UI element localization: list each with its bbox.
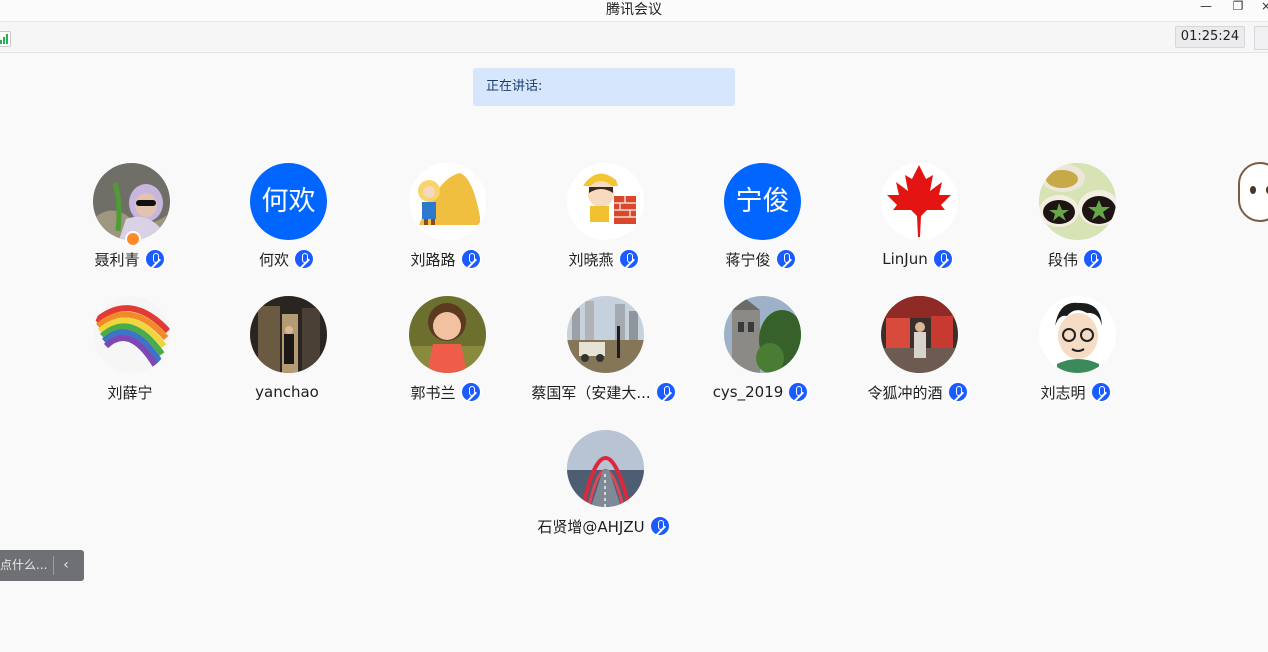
participant-tile[interactable]: 蔡国军（安建大... [529, 296, 679, 416]
participant-tile[interactable]: 郭书兰 [371, 296, 521, 416]
cat-sticker-icon [1238, 162, 1268, 222]
microphone-icon [1082, 248, 1104, 270]
participant-tile[interactable]: 聂利青 [55, 163, 205, 283]
microphone-icon [1089, 381, 1112, 403]
avatar [567, 296, 644, 373]
participant-tile[interactable]: 刘薛宁 [55, 296, 205, 416]
avatar [881, 163, 958, 240]
avatar [724, 296, 801, 373]
participant-name: 刘薛宁 [107, 383, 153, 402]
meeting-timer: 01:25:24 [1175, 26, 1245, 48]
avatar [409, 296, 486, 373]
avatar [567, 163, 644, 240]
participant-name: 刘晓燕 [568, 250, 614, 269]
participant-tile[interactable]: cys_2019 [686, 296, 836, 416]
avatar [881, 296, 958, 373]
participant-tile[interactable]: 石贤增@AHJZU [529, 430, 679, 550]
avatar [409, 163, 486, 240]
meeting-toolbar: 01:25:24 [0, 22, 1268, 53]
avatar: 何欢 [250, 163, 327, 240]
speaking-indicator: 正在讲话: [473, 68, 735, 106]
avatar [567, 430, 644, 507]
participant-name: 蔡国军（安建大... [531, 383, 651, 402]
microphone-icon [946, 381, 969, 403]
participant-tile[interactable]: 刘晓燕 [529, 163, 679, 283]
participant-tile[interactable]: 刘志明 [1001, 296, 1151, 416]
microphone-icon [648, 515, 671, 537]
microphone-icon [617, 248, 640, 270]
collapse-icon[interactable]: ‹ [59, 550, 73, 581]
participant-name: 聂利青 [94, 250, 140, 269]
participant-name: 石贤增@AHJZU [537, 517, 645, 536]
microphone-icon [654, 381, 677, 403]
signal-icon[interactable] [0, 31, 11, 47]
microphone-icon [787, 381, 810, 403]
participant-tile[interactable]: 宁俊 蒋宁俊 [686, 163, 836, 283]
avatar: 宁俊 [724, 163, 801, 240]
close-icon[interactable]: × [1258, 0, 1268, 14]
avatar [1039, 296, 1116, 373]
participant-tile[interactable]: 刘路路 [371, 163, 521, 283]
participant-name: 蒋宁俊 [725, 250, 771, 269]
restore-icon[interactable]: ❐ [1230, 0, 1246, 14]
participant-tile[interactable]: 何欢 何欢 [212, 163, 362, 283]
participant-name: 令狐冲的酒 [867, 383, 943, 402]
participant-name: 何欢 [258, 250, 289, 269]
microphone-icon [459, 248, 482, 270]
title-bar: 腾讯会议 — ❐ × [0, 0, 1268, 22]
avatar [93, 163, 170, 240]
participant-tile[interactable]: yanchao [212, 296, 362, 416]
avatar [93, 296, 170, 373]
microphone-icon [293, 248, 315, 270]
chat-input-bar[interactable]: 点什么... ‹ [0, 550, 84, 581]
participant-tile[interactable]: 令狐冲的酒 [843, 296, 993, 416]
avatar [1039, 163, 1116, 240]
participant-name: 郭书兰 [410, 383, 456, 402]
host-icon [125, 231, 141, 247]
participant-tile[interactable]: LinJun [843, 163, 993, 283]
microphone-icon [931, 248, 954, 270]
participant-name: 刘路路 [410, 250, 456, 269]
participant-name: yanchao [255, 383, 319, 401]
chat-placeholder[interactable]: 点什么... [0, 550, 47, 581]
fullscreen-icon[interactable] [1254, 26, 1268, 50]
participant-name: 刘志明 [1040, 383, 1086, 402]
participant-name: LinJun [882, 250, 928, 268]
minimize-icon[interactable]: — [1198, 0, 1214, 14]
microphone-icon [774, 248, 797, 270]
microphone-icon [143, 248, 166, 270]
divider [53, 556, 54, 575]
participant-name: 段伟 [1047, 250, 1078, 269]
avatar [250, 296, 327, 373]
microphone-icon [459, 381, 482, 403]
window-title: 腾讯会议 [606, 2, 662, 18]
participant-name: cys_2019 [712, 383, 784, 401]
participant-tile[interactable]: 段伟 [1001, 163, 1151, 283]
